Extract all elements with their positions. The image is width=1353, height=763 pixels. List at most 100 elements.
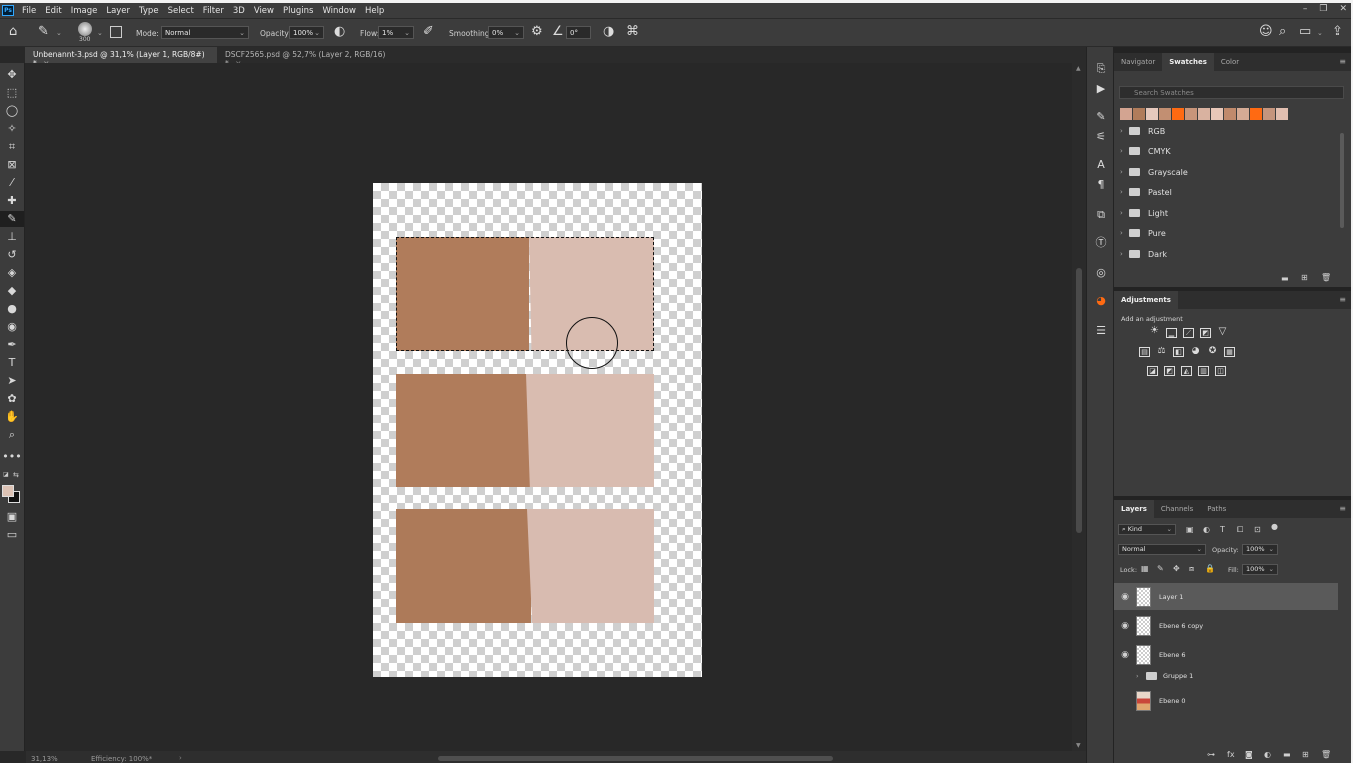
properties-icon[interactable]: ◎ [1093,265,1109,281]
crop-tool-icon[interactable]: ⌗ [0,139,24,155]
recent-swatch[interactable] [1159,108,1171,120]
brightness-contrast-icon[interactable]: ☀ [1149,326,1160,337]
share-icon[interactable]: ⇪ [1332,24,1343,39]
history-icon[interactable]: ⎘ [1093,61,1109,77]
new-layer-icon[interactable]: ⊞ [1302,750,1309,759]
channel-mixer-icon[interactable]: ✪ [1207,347,1218,357]
tab-unbenannt-3[interactable]: Unbenannt-3.psd @ 31,1% (Layer 1, RGB/8#… [25,47,217,68]
layer-row[interactable]: ◉ Ebene 6 copy [1114,612,1338,639]
add-mask-icon[interactable]: ◙ [1245,750,1253,759]
smoothing-input[interactable]: 0% ⌄ [488,26,524,39]
layer-row[interactable]: ◉ Ebene 6 [1114,641,1338,668]
swatch-group-pastel[interactable]: › Pastel [1120,184,1172,200]
link-layers-icon[interactable]: ⊶ [1207,750,1215,759]
brush-settings-icon[interactable]: ⚟ [1093,129,1109,145]
vibrance-icon[interactable]: ▽ [1217,327,1228,338]
filter-pixel-icon[interactable]: ▣ [1186,525,1194,534]
history-brush-tool-icon[interactable]: ↺ [0,247,24,263]
foreground-color-swatch[interactable] [2,485,14,497]
tab-paths[interactable]: Paths [1200,500,1233,518]
color-wheel-icon[interactable]: ◕ [1093,293,1109,309]
hue-saturation-icon[interactable]: ▤ [1139,347,1150,357]
layer-row[interactable]: ◉ Layer 1 [1114,583,1338,610]
layer-group-row[interactable]: › Gruppe 1 [1114,666,1338,686]
dodge-tool-icon[interactable]: ◉ [0,319,24,335]
threshold-icon[interactable]: ◭ [1181,366,1192,376]
gradient-map-icon[interactable]: ▥ [1198,366,1209,376]
pressure-size-icon[interactable]: ◑ [603,24,614,39]
menu-filter[interactable]: Filter [203,6,224,16]
chevron-right-icon[interactable]: › [1120,188,1129,196]
zoom-level[interactable]: 31,13% [31,755,58,763]
eye-icon[interactable]: ◉ [1114,592,1136,602]
new-adjustment-layer-icon[interactable]: ◐ [1264,750,1271,759]
chevron-down-icon[interactable]: ⌄ [1317,29,1323,37]
opacity-input[interactable]: 100% ⌄ [289,26,324,39]
layer-name[interactable]: Ebene 6 [1159,651,1186,659]
blend-mode-select[interactable]: Normal ⌄ [1118,544,1206,555]
layer-row[interactable]: Ebene 0 [1114,687,1338,714]
hand-tool-icon[interactable]: ✋ [0,409,24,425]
new-group-icon[interactable]: ▬ [1283,750,1291,759]
levels-icon[interactable]: ▁ [1166,328,1177,338]
canvas-area[interactable] [26,63,1072,751]
more-tools-icon[interactable]: ••• [0,449,24,465]
layer-filter-kind[interactable]: ⌕ Kind ⌄ [1118,524,1176,535]
fx-icon[interactable]: fx [1227,750,1235,759]
menu-layer[interactable]: Layer [106,6,130,16]
scrollbar-thumb[interactable] [1076,268,1082,533]
marquee-tool-icon[interactable]: ⬚ [0,85,24,101]
angle-input[interactable]: 0° [566,26,591,39]
trash-icon[interactable]: 🗑 [1321,273,1331,282]
airbrush-icon[interactable]: ✐ [423,24,434,39]
photo-filter-icon[interactable]: ◕ [1190,347,1201,357]
tab-channels[interactable]: Channels [1154,500,1200,518]
close-icon[interactable]: ✕ [1339,4,1347,14]
layer-name[interactable]: Ebene 6 copy [1159,622,1203,630]
recent-swatch[interactable] [1198,108,1210,120]
filter-adjustment-icon[interactable]: ◐ [1203,525,1210,534]
eye-icon[interactable]: ◉ [1114,621,1136,631]
gear-icon[interactable]: ⚙ [531,24,543,39]
curves-icon[interactable]: ⟋ [1183,328,1194,338]
chevron-right-icon[interactable]: › [1120,168,1129,176]
clone-stamp-tool-icon[interactable]: ⊥ [0,229,24,245]
color-balance-icon[interactable]: ⚖ [1156,347,1167,357]
brush-tool-icon[interactable]: ✎ [38,24,49,39]
adjustments-sliders-icon[interactable]: ☰ [1093,323,1109,339]
mode-select[interactable]: Normal ⌄ [161,26,249,39]
selective-color-icon[interactable]: ◫ [1215,366,1226,376]
panel-menu-icon[interactable]: ≡ [1339,504,1346,513]
chevron-down-icon[interactable]: ⌄ [97,29,103,37]
lock-all-icon[interactable]: 🔒 [1205,564,1215,573]
brush-settings-icon[interactable] [110,26,122,38]
flow-input[interactable]: 1% ⌄ [378,26,414,39]
recent-swatch[interactable] [1120,108,1132,120]
character-icon[interactable]: A [1093,157,1109,173]
actions-play-icon[interactable]: ▶ [1093,81,1109,97]
filter-toggle-icon[interactable]: ● [1271,522,1278,531]
fill-input[interactable]: 100% ⌄ [1242,564,1278,575]
libraries-icon[interactable]: ⧉ [1093,207,1109,223]
menu-plugins[interactable]: Plugins [283,6,313,16]
type-tool-icon[interactable]: T [0,355,24,371]
lock-transparent-icon[interactable]: ▦ [1141,564,1149,573]
filter-type-icon[interactable]: T [1220,525,1225,534]
lasso-tool-icon[interactable]: ◯ [0,103,24,119]
color-lookup-icon[interactable]: ▦ [1224,347,1235,357]
layer-name[interactable]: Gruppe 1 [1163,672,1193,680]
document-canvas[interactable] [373,183,702,677]
recent-swatch[interactable] [1133,108,1145,120]
chevron-right-icon[interactable]: › [1136,672,1146,680]
recent-swatch[interactable] [1224,108,1236,120]
home-icon[interactable]: ⌂ [9,24,17,39]
brush-tool-icon[interactable]: ✎ [0,211,24,227]
default-colors-icon[interactable]: ◪ [3,471,10,478]
quick-mask-icon[interactable]: ▣ [0,509,24,525]
recent-swatch[interactable] [1276,108,1288,120]
share-user-icon[interactable]: ☺ [1259,24,1273,39]
lock-position-icon[interactable]: ✥ [1173,564,1180,573]
search-icon[interactable]: ⌕ [1279,24,1286,39]
filter-shape-icon[interactable]: ⧠ [1237,525,1243,535]
path-selection-tool-icon[interactable]: ➤ [0,373,24,389]
